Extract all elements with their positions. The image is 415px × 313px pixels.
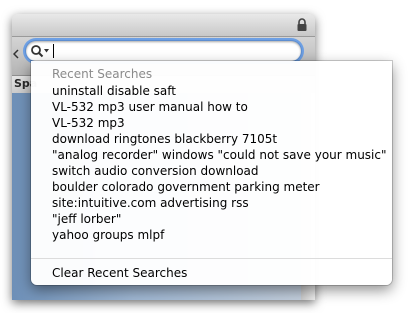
recent-search-item[interactable]: site:intuitive.com advertising rss bbox=[52, 195, 387, 211]
text-caret bbox=[53, 44, 54, 58]
recent-search-item[interactable]: uninstall disable saft bbox=[52, 83, 387, 99]
recent-searches-list: uninstall disable saft VL-532 mp3 user m… bbox=[52, 83, 387, 243]
chevron-left-icon[interactable] bbox=[13, 49, 19, 59]
recent-search-item[interactable]: boulder colorado government parking mete… bbox=[52, 179, 387, 195]
recent-search-item[interactable]: VL-532 mp3 bbox=[52, 115, 387, 131]
recent-search-item[interactable]: yahoo groups mlpf bbox=[52, 227, 387, 243]
recent-search-item[interactable]: download ringtones blackberry 7105t bbox=[52, 131, 387, 147]
recent-search-item[interactable]: "analog recorder" windows "could not sav… bbox=[52, 147, 387, 163]
lock-icon bbox=[297, 18, 307, 31]
recent-searches-header: Recent Searches bbox=[52, 67, 153, 81]
recent-search-item[interactable]: VL-532 mp3 user manual how to bbox=[52, 99, 387, 115]
title-bar bbox=[12, 14, 315, 37]
menu-separator bbox=[31, 258, 392, 259]
search-input[interactable] bbox=[26, 41, 301, 61]
clear-recent-searches-button[interactable]: Clear Recent Searches bbox=[52, 266, 187, 280]
recent-search-item[interactable]: "jeff lorber" bbox=[52, 211, 387, 227]
recent-searches-menu: Recent Searches uninstall disable saft V… bbox=[31, 61, 392, 285]
magnifier-dropdown-icon[interactable] bbox=[30, 44, 50, 58]
recent-search-item[interactable]: switch audio conversion download bbox=[52, 163, 387, 179]
